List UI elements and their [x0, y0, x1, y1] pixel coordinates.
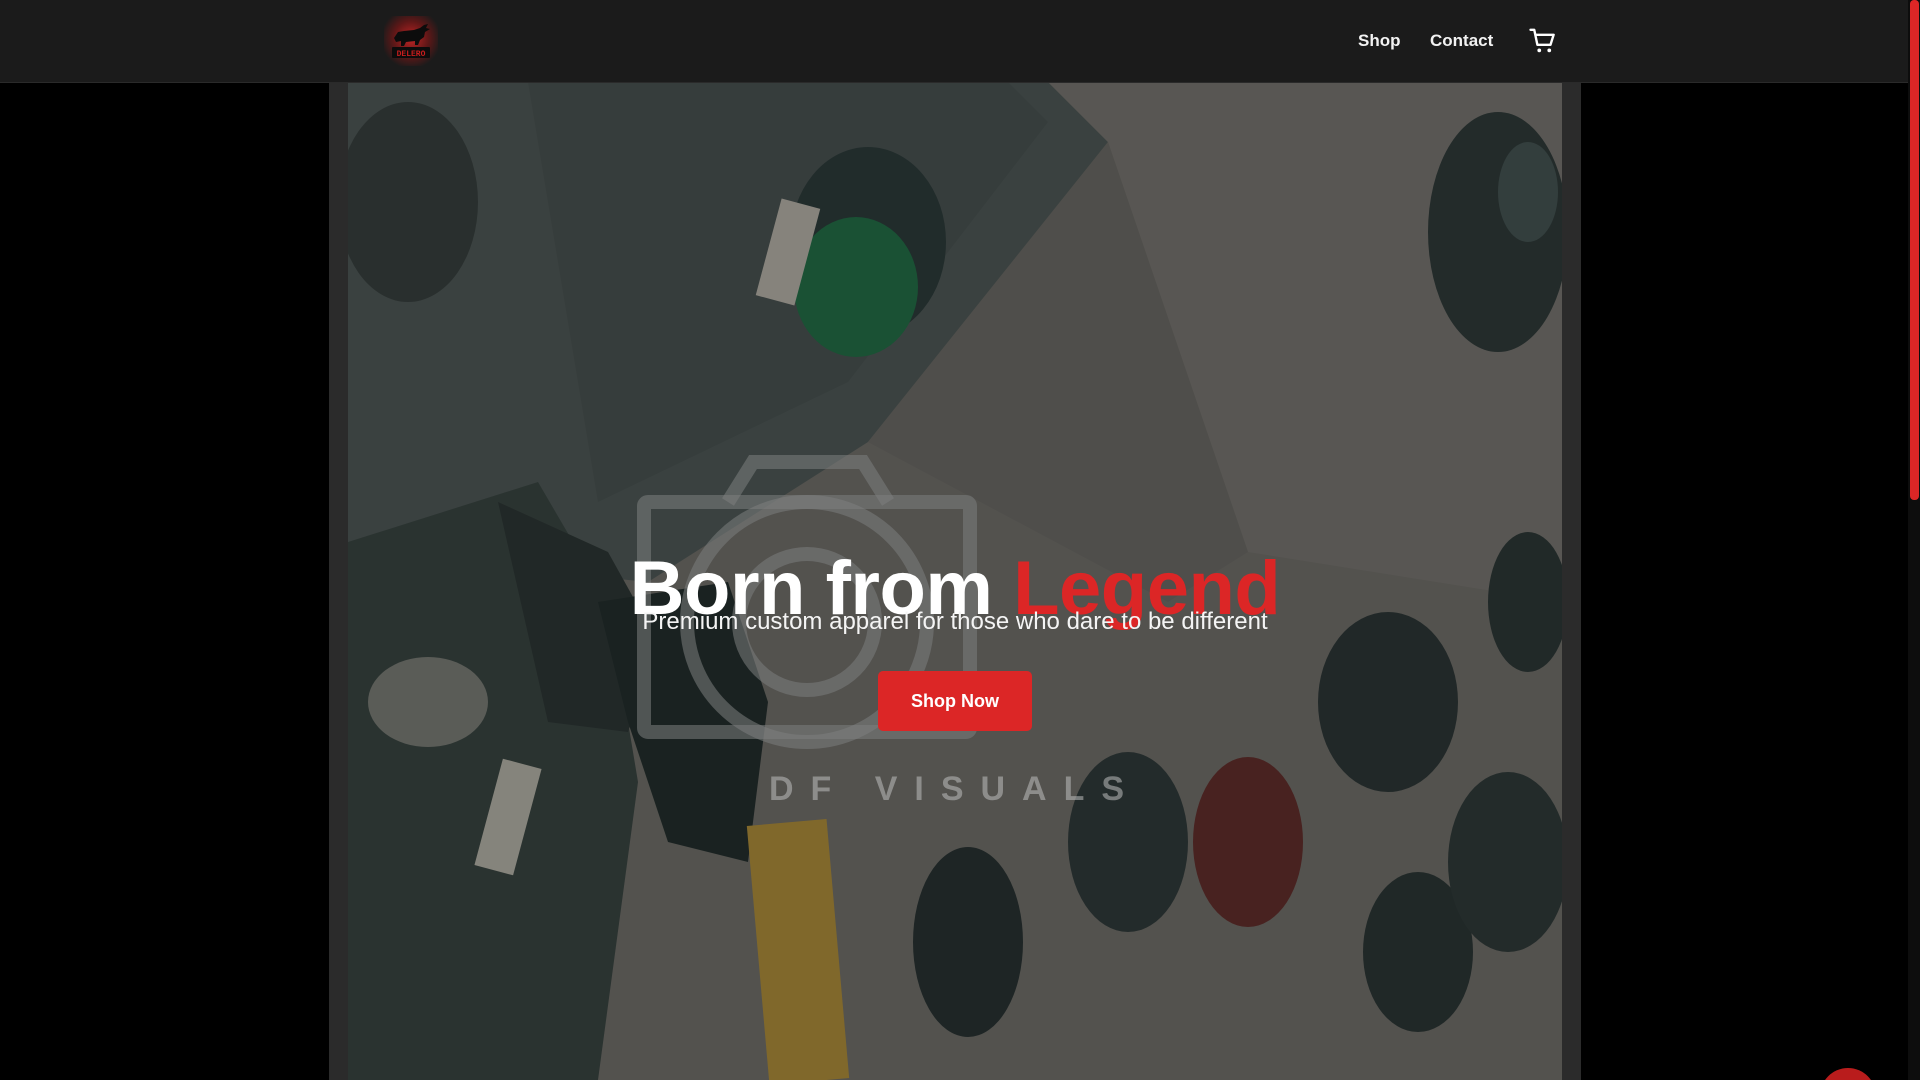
bull-logo-icon: DELERO — [392, 24, 430, 59]
nav-shop-link[interactable]: Shop — [1358, 0, 1401, 82]
logo-wordmark: DELERO — [397, 50, 426, 59]
shop-now-button[interactable]: Shop Now — [878, 671, 1032, 731]
top-navbar: DELERO Shop Contact — [0, 0, 1908, 83]
page-scrollbar[interactable] — [1908, 0, 1920, 1080]
cart-icon — [1529, 28, 1555, 53]
hero-subtitle: Premium custom apparel for those who dar… — [642, 608, 1268, 635]
chat-widget-button[interactable] — [1820, 1068, 1876, 1080]
scrollbar-thumb[interactable] — [1910, 0, 1919, 500]
video-watermark: DF VISUALS — [768, 770, 1142, 808]
cart-button[interactable] — [1528, 26, 1558, 56]
page: DELERO Shop Contact Born from Legend Pre… — [0, 0, 1920, 1080]
brand-logo[interactable]: DELERO — [384, 16, 438, 66]
nav-contact-link[interactable]: Contact — [1430, 0, 1493, 82]
